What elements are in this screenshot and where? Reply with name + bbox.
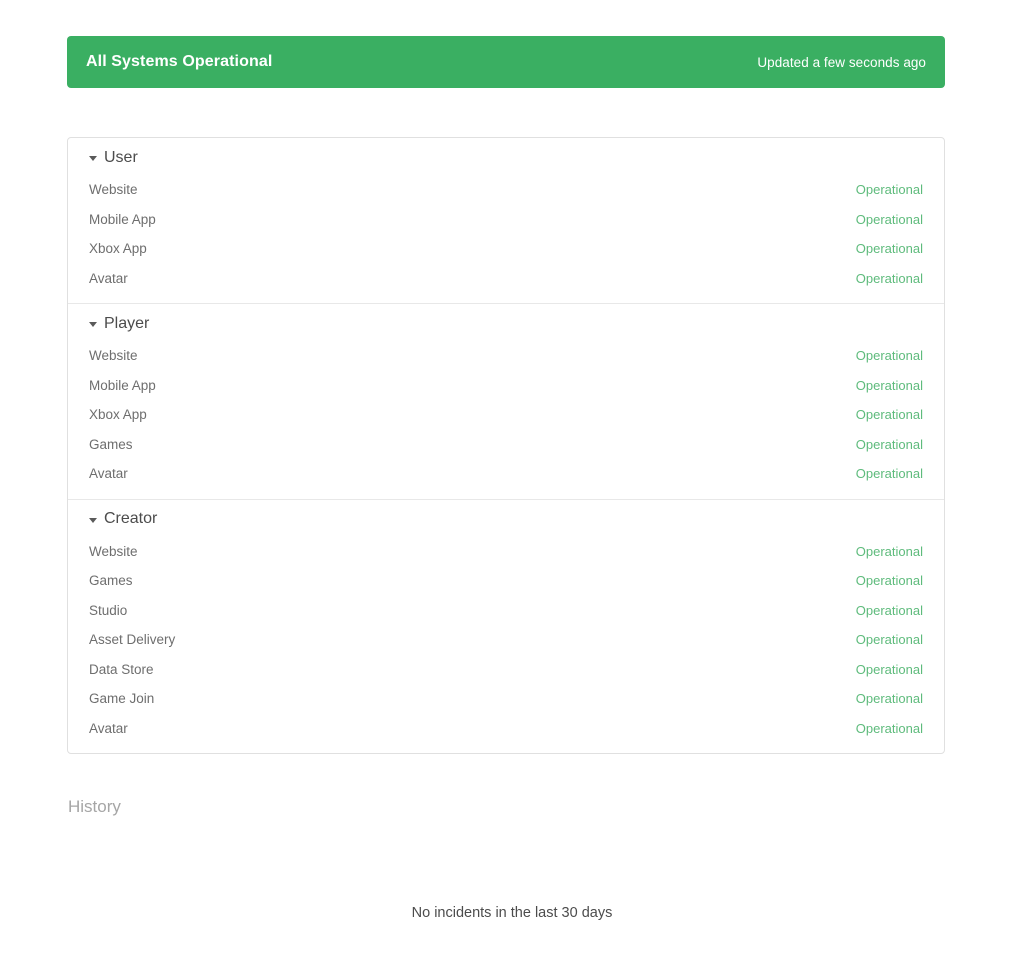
component-row: Website Operational	[68, 537, 944, 567]
component-status-badge: Operational	[855, 270, 923, 286]
component-group: User Website Operational Mobile App Operatio…	[68, 138, 944, 293]
component-group: Player Website Operational Mobile App Operat…	[68, 303, 944, 489]
caret-down-icon	[89, 322, 97, 327]
component-name: Avatar	[89, 270, 128, 286]
component-status-badge: Operational	[855, 377, 923, 393]
group-name: Player	[104, 314, 150, 332]
component-name: Avatar	[89, 720, 128, 736]
component-row: Avatar Operational	[68, 264, 944, 294]
component-row: Game Join Operational	[68, 684, 944, 714]
last-updated-label: Updated a few seconds ago	[757, 54, 926, 70]
component-status-badge: Operational	[855, 632, 923, 648]
no-incidents-message: No incidents in the last 30 days	[411, 905, 613, 921]
component-status-badge: Operational	[855, 211, 923, 227]
status-page: All Systems Operational Updated a few se…	[0, 0, 1024, 959]
component-name: Data Store	[89, 661, 154, 677]
caret-down-icon	[89, 517, 97, 523]
component-row: Xbox App Operational	[68, 400, 944, 430]
component-name: Mobile App	[89, 211, 156, 227]
component-name: Website	[89, 348, 138, 364]
component-name: Games	[89, 573, 133, 589]
component-row: Website Operational	[68, 341, 944, 371]
group-name: User	[104, 148, 138, 166]
component-name: Asset Delivery	[89, 632, 176, 648]
group-header-toggle[interactable]: User	[68, 138, 944, 175]
component-name: Website	[89, 182, 138, 198]
group-name: Creator	[104, 510, 158, 527]
component-name: Website	[89, 543, 138, 559]
component-row: Asset Delivery Operational	[68, 625, 944, 655]
component-status-badge: Operational	[855, 720, 923, 736]
component-name: Xbox App	[89, 241, 147, 257]
component-row: Avatar Operational	[68, 714, 944, 744]
component-status-badge: Operational	[855, 348, 923, 364]
component-status-badge: Operational	[855, 602, 923, 618]
component-status-badge: Operational	[855, 661, 923, 677]
component-row: Games Operational	[68, 430, 944, 460]
component-group: Creator Website Operational Games Operationa…	[68, 498, 944, 744]
component-name: Games	[89, 436, 133, 452]
component-row: Studio Operational	[68, 596, 944, 626]
component-name: Studio	[89, 602, 128, 618]
component-status-badge: Operational	[855, 573, 923, 589]
overall-status-title: All Systems Operational	[86, 53, 273, 70]
component-row: Data Store Operational	[68, 655, 944, 685]
component-status-badge: Operational	[855, 691, 923, 707]
component-name: Game Join	[89, 691, 155, 707]
component-status-badge: Operational	[855, 182, 923, 198]
component-name: Avatar	[89, 466, 128, 482]
component-row: Mobile App Operational	[68, 371, 944, 401]
component-status-badge: Operational	[855, 241, 923, 257]
group-header-toggle[interactable]: Player	[68, 304, 944, 341]
component-row: Xbox App Operational	[68, 234, 944, 264]
overall-status-banner: All Systems Operational Updated a few se…	[67, 36, 945, 88]
component-row: Mobile App Operational	[68, 205, 944, 235]
component-row: Games Operational	[68, 566, 944, 596]
component-row: Avatar Operational	[68, 459, 944, 489]
group-header-toggle[interactable]: Creator	[68, 500, 944, 537]
component-status-badge: Operational	[855, 436, 923, 452]
component-status-badge: Operational	[855, 543, 923, 559]
component-name: Xbox App	[89, 407, 147, 423]
component-name: Mobile App	[89, 377, 156, 393]
caret-down-icon	[89, 156, 97, 161]
history-heading: History	[68, 797, 121, 816]
component-status-badge: Operational	[855, 407, 923, 423]
component-status-badge: Operational	[855, 466, 923, 482]
components-card: User Website Operational Mobile App Operatio…	[67, 137, 945, 754]
component-row: Website Operational	[68, 175, 944, 205]
